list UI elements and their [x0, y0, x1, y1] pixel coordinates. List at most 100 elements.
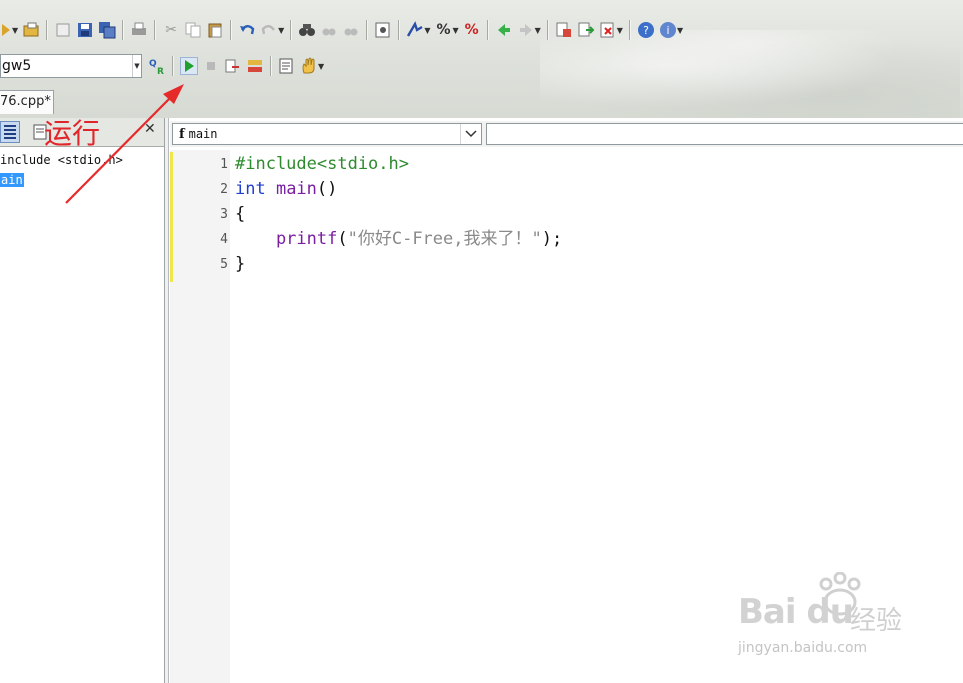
code-token: printf: [235, 229, 338, 249]
watermark-brand: Bai du: [738, 592, 854, 632]
code-line[interactable]: int main(): [235, 177, 337, 202]
toolbar-separator: [154, 20, 157, 40]
about-icon[interactable]: i: [659, 21, 677, 39]
svg-text:i: i: [666, 24, 669, 37]
compile-icon[interactable]: QR: [148, 57, 166, 75]
code-token: (): [316, 179, 338, 199]
code-line[interactable]: #include<stdio.h>: [235, 152, 409, 177]
file-tab[interactable]: 76.cpp*: [0, 90, 54, 114]
function-bar: f main: [170, 121, 963, 147]
uncomment-icon[interactable]: %: [463, 21, 481, 39]
compiler-select-value: gw5: [2, 58, 32, 74]
toolbar-separator: [46, 20, 49, 40]
open-folder-icon[interactable]: [22, 21, 40, 39]
find-next-icon[interactable]: [320, 21, 338, 39]
line-number-gutter: 1 2 3 4 5: [170, 150, 230, 683]
step-over-icon[interactable]: [224, 57, 242, 75]
help-dropdown-icon[interactable]: ▼: [677, 26, 683, 35]
line-number: 5: [220, 257, 228, 272]
code-token: }: [235, 254, 246, 274]
back-icon[interactable]: [495, 21, 513, 39]
modified-lines-marker: [170, 152, 173, 282]
comment-dropdown-icon[interactable]: ▼: [452, 26, 458, 35]
replace-icon[interactable]: [374, 21, 392, 39]
build-log-icon[interactable]: [278, 57, 296, 75]
new-dropdown-icon[interactable]: ▼: [12, 26, 18, 35]
redo-dropdown-icon[interactable]: ▼: [278, 26, 284, 35]
code-line[interactable]: {: [235, 202, 245, 227]
code-token: {: [235, 204, 246, 224]
close-project-icon[interactable]: [599, 21, 617, 39]
watermark-suffix: 经验: [850, 606, 903, 636]
code-token: "你好C-Free,我来了！": [347, 229, 542, 249]
window-chrome: ▼ ✂ ▼ ▼ % ▼ % ▼ ▼ ? i ▼ gw5 ▼ Q R ▼ 76.c…: [0, 0, 963, 118]
close-file-icon[interactable]: [54, 21, 72, 39]
toolbar-separator: [546, 20, 549, 40]
find-previous-icon[interactable]: [342, 21, 360, 39]
toolbar-separator: [230, 20, 233, 40]
compiler-select[interactable]: gw5 ▼: [0, 54, 142, 78]
print-icon[interactable]: [130, 21, 148, 39]
function-select[interactable]: f main: [172, 123, 482, 145]
toolbar-separator: [122, 20, 125, 40]
redo-icon[interactable]: [260, 21, 278, 39]
project-dropdown-icon[interactable]: ▼: [617, 26, 623, 35]
forward-dropdown-icon[interactable]: ▼: [535, 26, 541, 35]
toolbar-separator: [172, 56, 174, 76]
code-token: #include<stdio.h>: [235, 154, 409, 174]
code-token: main: [265, 179, 317, 199]
code-token: );: [541, 229, 563, 249]
toolbar-separator: [270, 56, 272, 76]
bookmark-icon[interactable]: [406, 21, 424, 39]
svg-text:Q: Q: [149, 59, 157, 69]
code-token: (: [337, 229, 348, 249]
cut-icon[interactable]: ✂: [162, 21, 180, 39]
code-token: int: [235, 179, 266, 199]
forward-icon[interactable]: [517, 21, 535, 39]
pane-splitter[interactable]: [165, 118, 169, 683]
save-icon[interactable]: [76, 21, 94, 39]
function-select-value: main: [188, 127, 218, 141]
line-number: 2: [220, 182, 228, 197]
outline-tab[interactable]: [0, 121, 20, 143]
toolbar-separator: [398, 20, 401, 40]
bookmark-dropdown-icon[interactable]: ▼: [424, 26, 430, 35]
line-number: 1: [220, 157, 228, 172]
find-icon[interactable]: [298, 21, 316, 39]
chevron-down-icon[interactable]: [460, 124, 481, 144]
toolbar-separator: [486, 20, 489, 40]
undo-icon[interactable]: [238, 21, 256, 39]
main-toolbar: ▼ ✂ ▼ ▼ % ▼ % ▼ ▼ ? i ▼: [0, 20, 685, 40]
project-icon[interactable]: [555, 21, 573, 39]
outline-item-include[interactable]: include <stdio.h>: [0, 153, 123, 167]
hand-icon[interactable]: [300, 57, 318, 75]
toolbar-separator: [628, 20, 631, 40]
copy-icon[interactable]: [184, 21, 202, 39]
toolbar-separator: [366, 20, 369, 40]
background-texture: [540, 30, 960, 118]
new-file-icon[interactable]: [2, 21, 12, 39]
run-toolbar: QR ▼: [146, 56, 326, 76]
chevron-down-icon[interactable]: ▼: [132, 55, 141, 77]
run-icon[interactable]: [180, 57, 198, 75]
stop-icon[interactable]: [202, 57, 220, 75]
debug-dropdown-icon[interactable]: ▼: [318, 62, 324, 71]
paste-icon[interactable]: [206, 21, 224, 39]
outline-pane: ✕ include <stdio.h> ain: [0, 118, 165, 683]
export-icon[interactable]: [577, 21, 595, 39]
run-annotation-label: 运行: [44, 117, 101, 150]
close-icon[interactable]: ✕: [144, 121, 156, 137]
save-all-icon[interactable]: [98, 21, 116, 39]
line-number: 3: [220, 207, 228, 222]
step-into-icon[interactable]: [246, 57, 264, 75]
line-number: 4: [220, 232, 228, 247]
code-line[interactable]: printf("你好C-Free,我来了！");: [235, 227, 562, 252]
member-select[interactable]: [486, 123, 963, 145]
file-tab-label: 76.cpp*: [0, 94, 51, 109]
svg-text:R: R: [157, 67, 164, 75]
toggle-comment-icon[interactable]: %: [434, 21, 452, 39]
watermark-url: jingyan.baidu.com: [738, 640, 868, 656]
code-line[interactable]: }: [235, 252, 245, 277]
outline-item-main[interactable]: ain: [0, 173, 24, 187]
help-icon[interactable]: ?: [637, 21, 655, 39]
